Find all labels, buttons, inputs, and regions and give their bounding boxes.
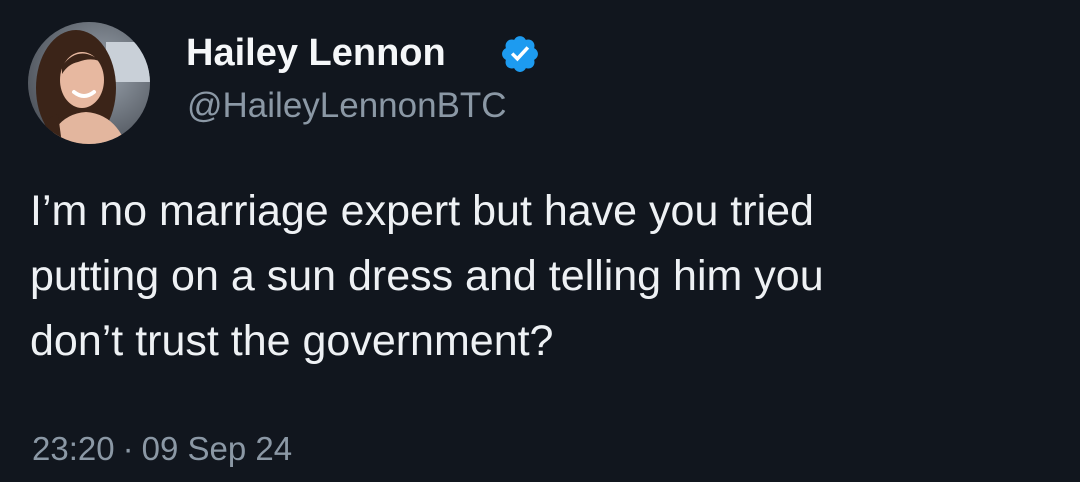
avatar-photo-icon	[28, 22, 150, 144]
author-display-name[interactable]: Hailey Lennon	[186, 32, 446, 75]
tweet-card: Hailey Lennon @HaileyLennonBTC I’m no ma…	[0, 0, 1080, 482]
tweet-text: I’m no marriage expert but have you trie…	[30, 179, 1075, 374]
tweet-text-line: don’t trust the government?	[30, 317, 554, 365]
tweet-text-line: I’m no marriage expert but have you trie…	[30, 187, 814, 235]
tweet-text-line: putting on a sun dress and telling him y…	[30, 252, 824, 300]
separator-dot: ·	[122, 430, 134, 467]
tweet-time: 23:20	[32, 430, 115, 467]
tweet-date: 09 Sep 24	[141, 430, 293, 467]
tweet-timestamp[interactable]: 23:20 · 09 Sep 24	[32, 430, 292, 468]
avatar[interactable]	[28, 22, 150, 144]
verified-badge-icon	[499, 33, 541, 75]
author-handle[interactable]: @HaileyLennonBTC	[187, 86, 507, 126]
